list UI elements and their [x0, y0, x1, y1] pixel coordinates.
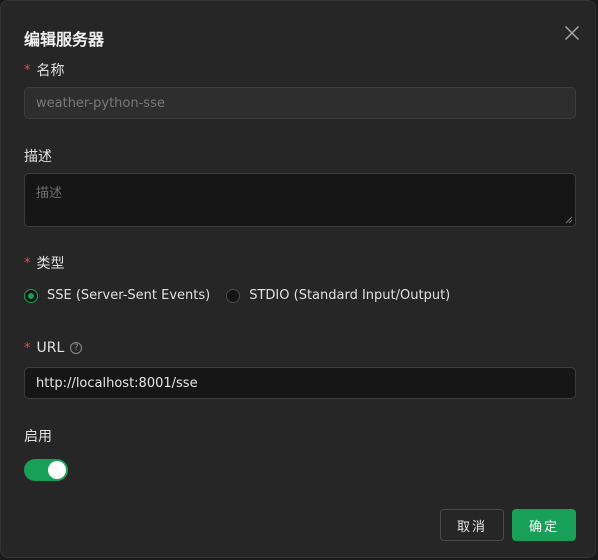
- required-mark: *: [24, 62, 31, 78]
- enabled-label-row: 启用: [24, 426, 52, 446]
- url-label: URL: [36, 340, 65, 356]
- required-mark: *: [24, 255, 31, 271]
- enabled-toggle[interactable]: [24, 459, 68, 481]
- radio-option-stdio[interactable]: STDIO (Standard Input/Output): [226, 288, 450, 303]
- toggle-knob: [48, 461, 66, 479]
- description-placeholder: 描述: [36, 186, 63, 201]
- dialog-title: 编辑服务器: [24, 30, 105, 49]
- description-label-row: 描述: [24, 146, 52, 166]
- url-input[interactable]: http://localhost:8001/sse: [24, 367, 576, 399]
- description-textarea[interactable]: 描述: [24, 173, 576, 227]
- type-radio-group: SSE (Server-Sent Events) STDIO (Standard…: [24, 288, 450, 303]
- url-label-row: * URL ?: [24, 340, 83, 356]
- radio-sse[interactable]: [24, 288, 38, 303]
- enabled-label: 启用: [24, 429, 52, 445]
- edit-server-dialog: 编辑服务器 * 名称 weather-python-sse 描述 描述 * 类型…: [0, 0, 596, 558]
- name-input[interactable]: weather-python-sse: [24, 87, 576, 119]
- confirm-button[interactable]: 确定: [512, 509, 576, 541]
- type-label-row: * 类型: [24, 253, 65, 273]
- radio-stdio[interactable]: [226, 288, 241, 303]
- name-label: 名称: [36, 63, 65, 79]
- required-mark: *: [24, 340, 31, 356]
- url-input-value: http://localhost:8001/sse: [36, 375, 198, 391]
- description-label: 描述: [24, 149, 52, 165]
- type-label: 类型: [36, 256, 65, 272]
- question-circle-icon[interactable]: ?: [70, 342, 83, 354]
- cancel-button[interactable]: 取消: [440, 509, 504, 541]
- radio-option-sse[interactable]: SSE (Server-Sent Events): [24, 288, 210, 303]
- name-label-row: * 名称: [24, 60, 65, 80]
- close-icon[interactable]: [562, 23, 582, 43]
- radio-sse-label: SSE (Server-Sent Events): [47, 288, 211, 303]
- resize-handle-icon[interactable]: [565, 216, 573, 224]
- radio-stdio-label: STDIO (Standard Input/Output): [249, 288, 451, 303]
- name-input-value: weather-python-sse: [36, 95, 165, 111]
